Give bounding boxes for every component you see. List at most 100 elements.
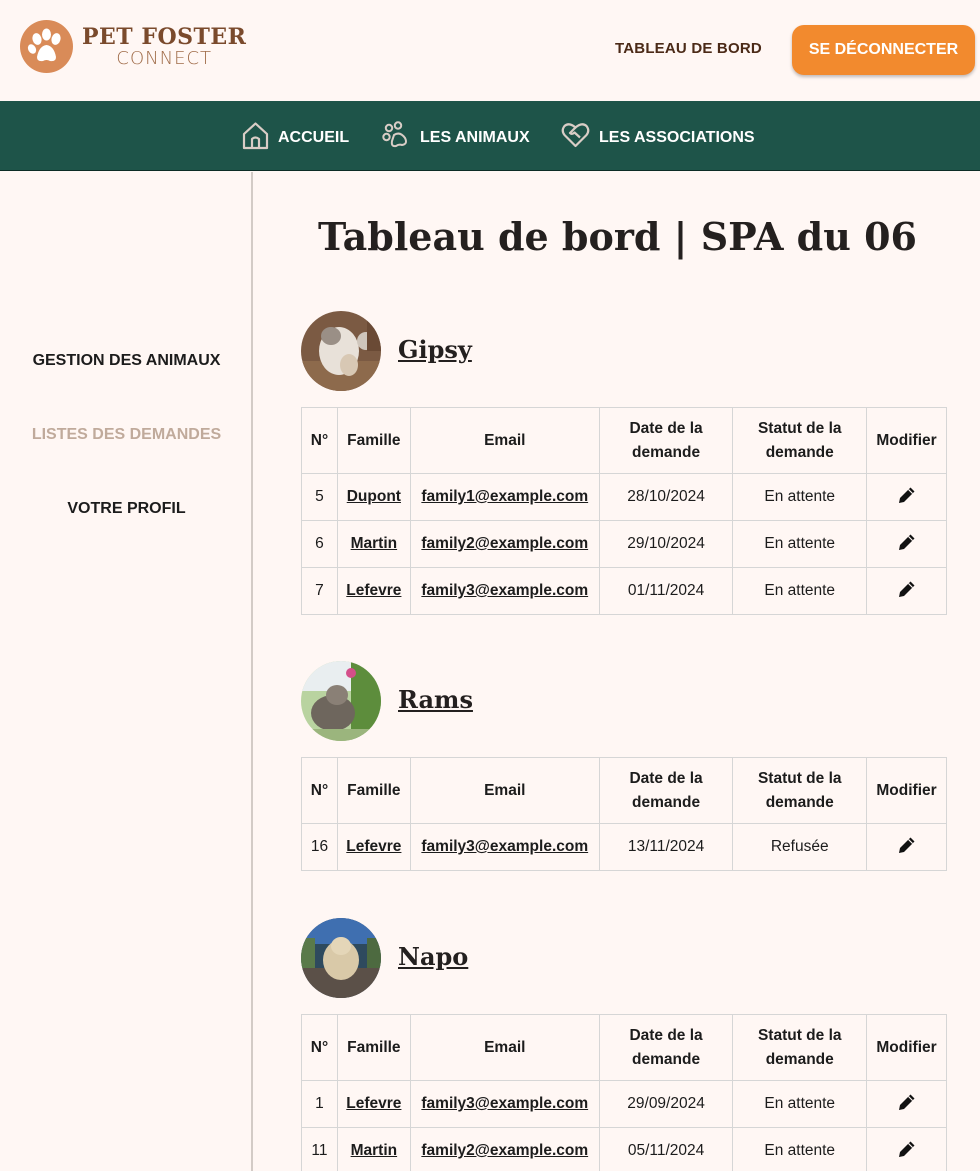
header-edit: Modifier (866, 407, 947, 474)
email-link[interactable]: family3@example.com (409, 823, 600, 871)
animal-avatar[interactable] (301, 918, 381, 998)
header-family: Famille (336, 1014, 411, 1081)
family-link[interactable]: Martin (336, 520, 411, 568)
family-link[interactable]: Martin (336, 1127, 411, 1171)
header-status: Statut de la demande (732, 1014, 868, 1081)
table-header-row: N° Famille Email Date de la demande Statu… (301, 757, 947, 824)
requests-table: N° Famille Email Date de la demande Statu… (301, 757, 947, 871)
animal-name-link[interactable]: Napo (398, 942, 468, 971)
page-title: Tableau de bord | SPA du 06 (318, 214, 917, 259)
cell-num: 7 (301, 567, 338, 615)
cell-num: 5 (301, 473, 338, 521)
logo-title: PET FOSTER (82, 23, 247, 50)
animal-section: Rams N° Famille Email Date de la demande … (301, 661, 947, 871)
table-row: 1 Lefevre family3@example.com 29/09/2024… (301, 1080, 947, 1128)
nav-item-label: LES ANIMAUX (420, 129, 530, 146)
requests-table: N° Famille Email Date de la demande Statu… (301, 407, 947, 615)
top-header: PET FOSTER CONNECT TABLEAU DE BORD SE DÉ… (0, 0, 980, 101)
cell-status: En attente (732, 473, 868, 521)
cell-date: 13/11/2024 (598, 823, 734, 871)
home-icon (242, 121, 278, 155)
pencil-icon (897, 835, 917, 860)
header-email: Email (409, 407, 600, 474)
family-link[interactable]: Lefevre (336, 567, 411, 615)
nav-item-animaux[interactable]: LES ANIMAUX (382, 121, 530, 155)
header-family: Famille (336, 757, 411, 824)
edit-button[interactable] (866, 473, 947, 521)
edit-button[interactable] (866, 1127, 947, 1171)
email-link[interactable]: family2@example.com (409, 520, 600, 568)
cell-status: En attente (732, 1080, 868, 1128)
cell-date: 29/10/2024 (598, 520, 734, 568)
cell-num: 6 (301, 520, 338, 568)
pencil-icon (897, 1139, 917, 1164)
nav-item-accueil[interactable]: ACCUEIL (242, 121, 349, 155)
animal-avatar[interactable] (301, 661, 381, 741)
email-link[interactable]: family1@example.com (409, 473, 600, 521)
animal-name-link[interactable]: Gipsy (398, 335, 472, 364)
cell-status: En attente (732, 1127, 868, 1171)
header-edit: Modifier (866, 757, 947, 824)
header-num: N° (301, 407, 338, 474)
table-row: 6 Martin family2@example.com 29/10/2024 … (301, 520, 947, 568)
cell-num: 16 (301, 823, 338, 871)
header-date: Date de la demande (598, 407, 734, 474)
header-date: Date de la demande (598, 757, 734, 824)
cell-status: Refusée (732, 823, 868, 871)
family-link[interactable]: Dupont (336, 473, 411, 521)
table-header-row: N° Famille Email Date de la demande Statu… (301, 407, 947, 474)
table-row: 11 Martin family2@example.com 05/11/2024… (301, 1127, 947, 1171)
cell-date: 28/10/2024 (598, 473, 734, 521)
header-edit: Modifier (866, 1014, 947, 1081)
email-link[interactable]: family2@example.com (409, 1127, 600, 1171)
logo[interactable]: PET FOSTER CONNECT (20, 20, 246, 73)
animal-section: Napo N° Famille Email Date de la demande … (301, 918, 947, 1171)
edit-button[interactable] (866, 1080, 947, 1128)
paw-icon (382, 121, 420, 155)
cell-date: 05/11/2024 (598, 1127, 734, 1171)
header-date: Date de la demande (598, 1014, 734, 1081)
sidebar: GESTION DES ANIMAUX LISTES DES DEMANDES … (0, 172, 253, 1171)
animal-avatar[interactable] (301, 311, 381, 391)
edit-button[interactable] (866, 567, 947, 615)
nav-item-associations[interactable]: LES ASSOCIATIONS (561, 121, 755, 154)
pencil-icon (897, 485, 917, 510)
cell-status: En attente (732, 567, 868, 615)
table-row: 7 Lefevre family3@example.com 01/11/2024… (301, 567, 947, 615)
nav-item-label: ACCUEIL (278, 129, 350, 146)
email-link[interactable]: family3@example.com (409, 567, 600, 615)
pencil-icon (897, 532, 917, 557)
cell-num: 11 (301, 1127, 338, 1171)
heart-handshake-icon (561, 121, 599, 154)
pencil-icon (897, 1092, 917, 1117)
table-header-row: N° Famille Email Date de la demande Statu… (301, 1014, 947, 1081)
cell-status: En attente (732, 520, 868, 568)
header-num: N° (301, 1014, 338, 1081)
edit-button[interactable] (866, 520, 947, 568)
sidebar-item-votre-profil[interactable]: VOTRE PROFIL (0, 500, 253, 518)
family-link[interactable]: Lefevre (336, 823, 411, 871)
animal-name-link[interactable]: Rams (398, 685, 473, 714)
logo-subtitle: CONNECT (116, 47, 213, 69)
nav-item-label: LES ASSOCIATIONS (599, 128, 755, 146)
header-status: Statut de la demande (732, 757, 868, 824)
sidebar-item-gestion-animaux[interactable]: GESTION DES ANIMAUX (0, 352, 253, 370)
cell-date: 01/11/2024 (598, 567, 734, 615)
main-navigation: ACCUEIL LES ANIMAUX LES ASSOCIATIONS (0, 101, 980, 171)
edit-button[interactable] (866, 823, 947, 871)
logout-button[interactable]: SE DÉCONNECTER (792, 25, 975, 75)
table-row: 16 Lefevre family3@example.com 13/11/202… (301, 823, 947, 871)
header-family: Famille (336, 407, 411, 474)
pencil-icon (897, 579, 917, 604)
requests-table: N° Famille Email Date de la demande Statu… (301, 1014, 947, 1171)
table-row: 5 Dupont family1@example.com 28/10/2024 … (301, 473, 947, 521)
cell-num: 1 (301, 1080, 338, 1128)
header-email: Email (409, 757, 600, 824)
sidebar-item-listes-demandes[interactable]: LISTES DES DEMANDES (0, 426, 253, 444)
email-link[interactable]: family3@example.com (409, 1080, 600, 1128)
family-link[interactable]: Lefevre (336, 1080, 411, 1128)
animal-section: Gipsy N° Famille Email Date de la demande… (301, 311, 947, 615)
cell-date: 29/09/2024 (598, 1080, 734, 1128)
dashboard-link[interactable]: TABLEAU DE BORD (615, 40, 762, 57)
header-status: Statut de la demande (732, 407, 868, 474)
